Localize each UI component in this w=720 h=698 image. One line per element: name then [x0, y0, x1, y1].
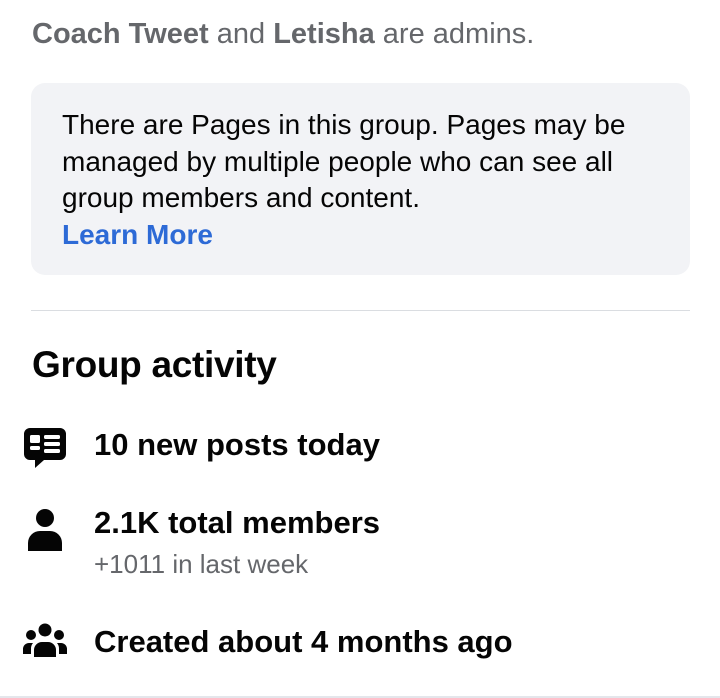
admin-name-letisha[interactable]: Letisha — [273, 18, 375, 50]
admins-suffix: are admins. — [374, 18, 535, 50]
section-divider — [31, 310, 690, 311]
pages-notice: There are Pages in this group. Pages may… — [31, 83, 690, 275]
posts-count-label: 10 new posts today — [94, 427, 380, 462]
posts-icon — [24, 428, 66, 468]
group-icon — [23, 623, 67, 657]
group-activity-title: Group activity — [32, 344, 277, 385]
pages-notice-text: There are Pages in this group. Pages may… — [62, 109, 626, 213]
admin-name-coach-tweet[interactable]: Coach Tweet — [32, 18, 209, 50]
members-growth-label: +1011 in last week — [94, 549, 309, 579]
person-icon — [28, 509, 62, 551]
admins-connector: and — [208, 18, 274, 50]
admins-line: Coach Tweet and Letisha are admins. — [32, 14, 534, 54]
members-count-label: 2.1K total members — [94, 505, 380, 540]
created-date-label: Created about 4 months ago — [94, 624, 513, 659]
learn-more-link[interactable]: Learn More — [62, 217, 213, 254]
